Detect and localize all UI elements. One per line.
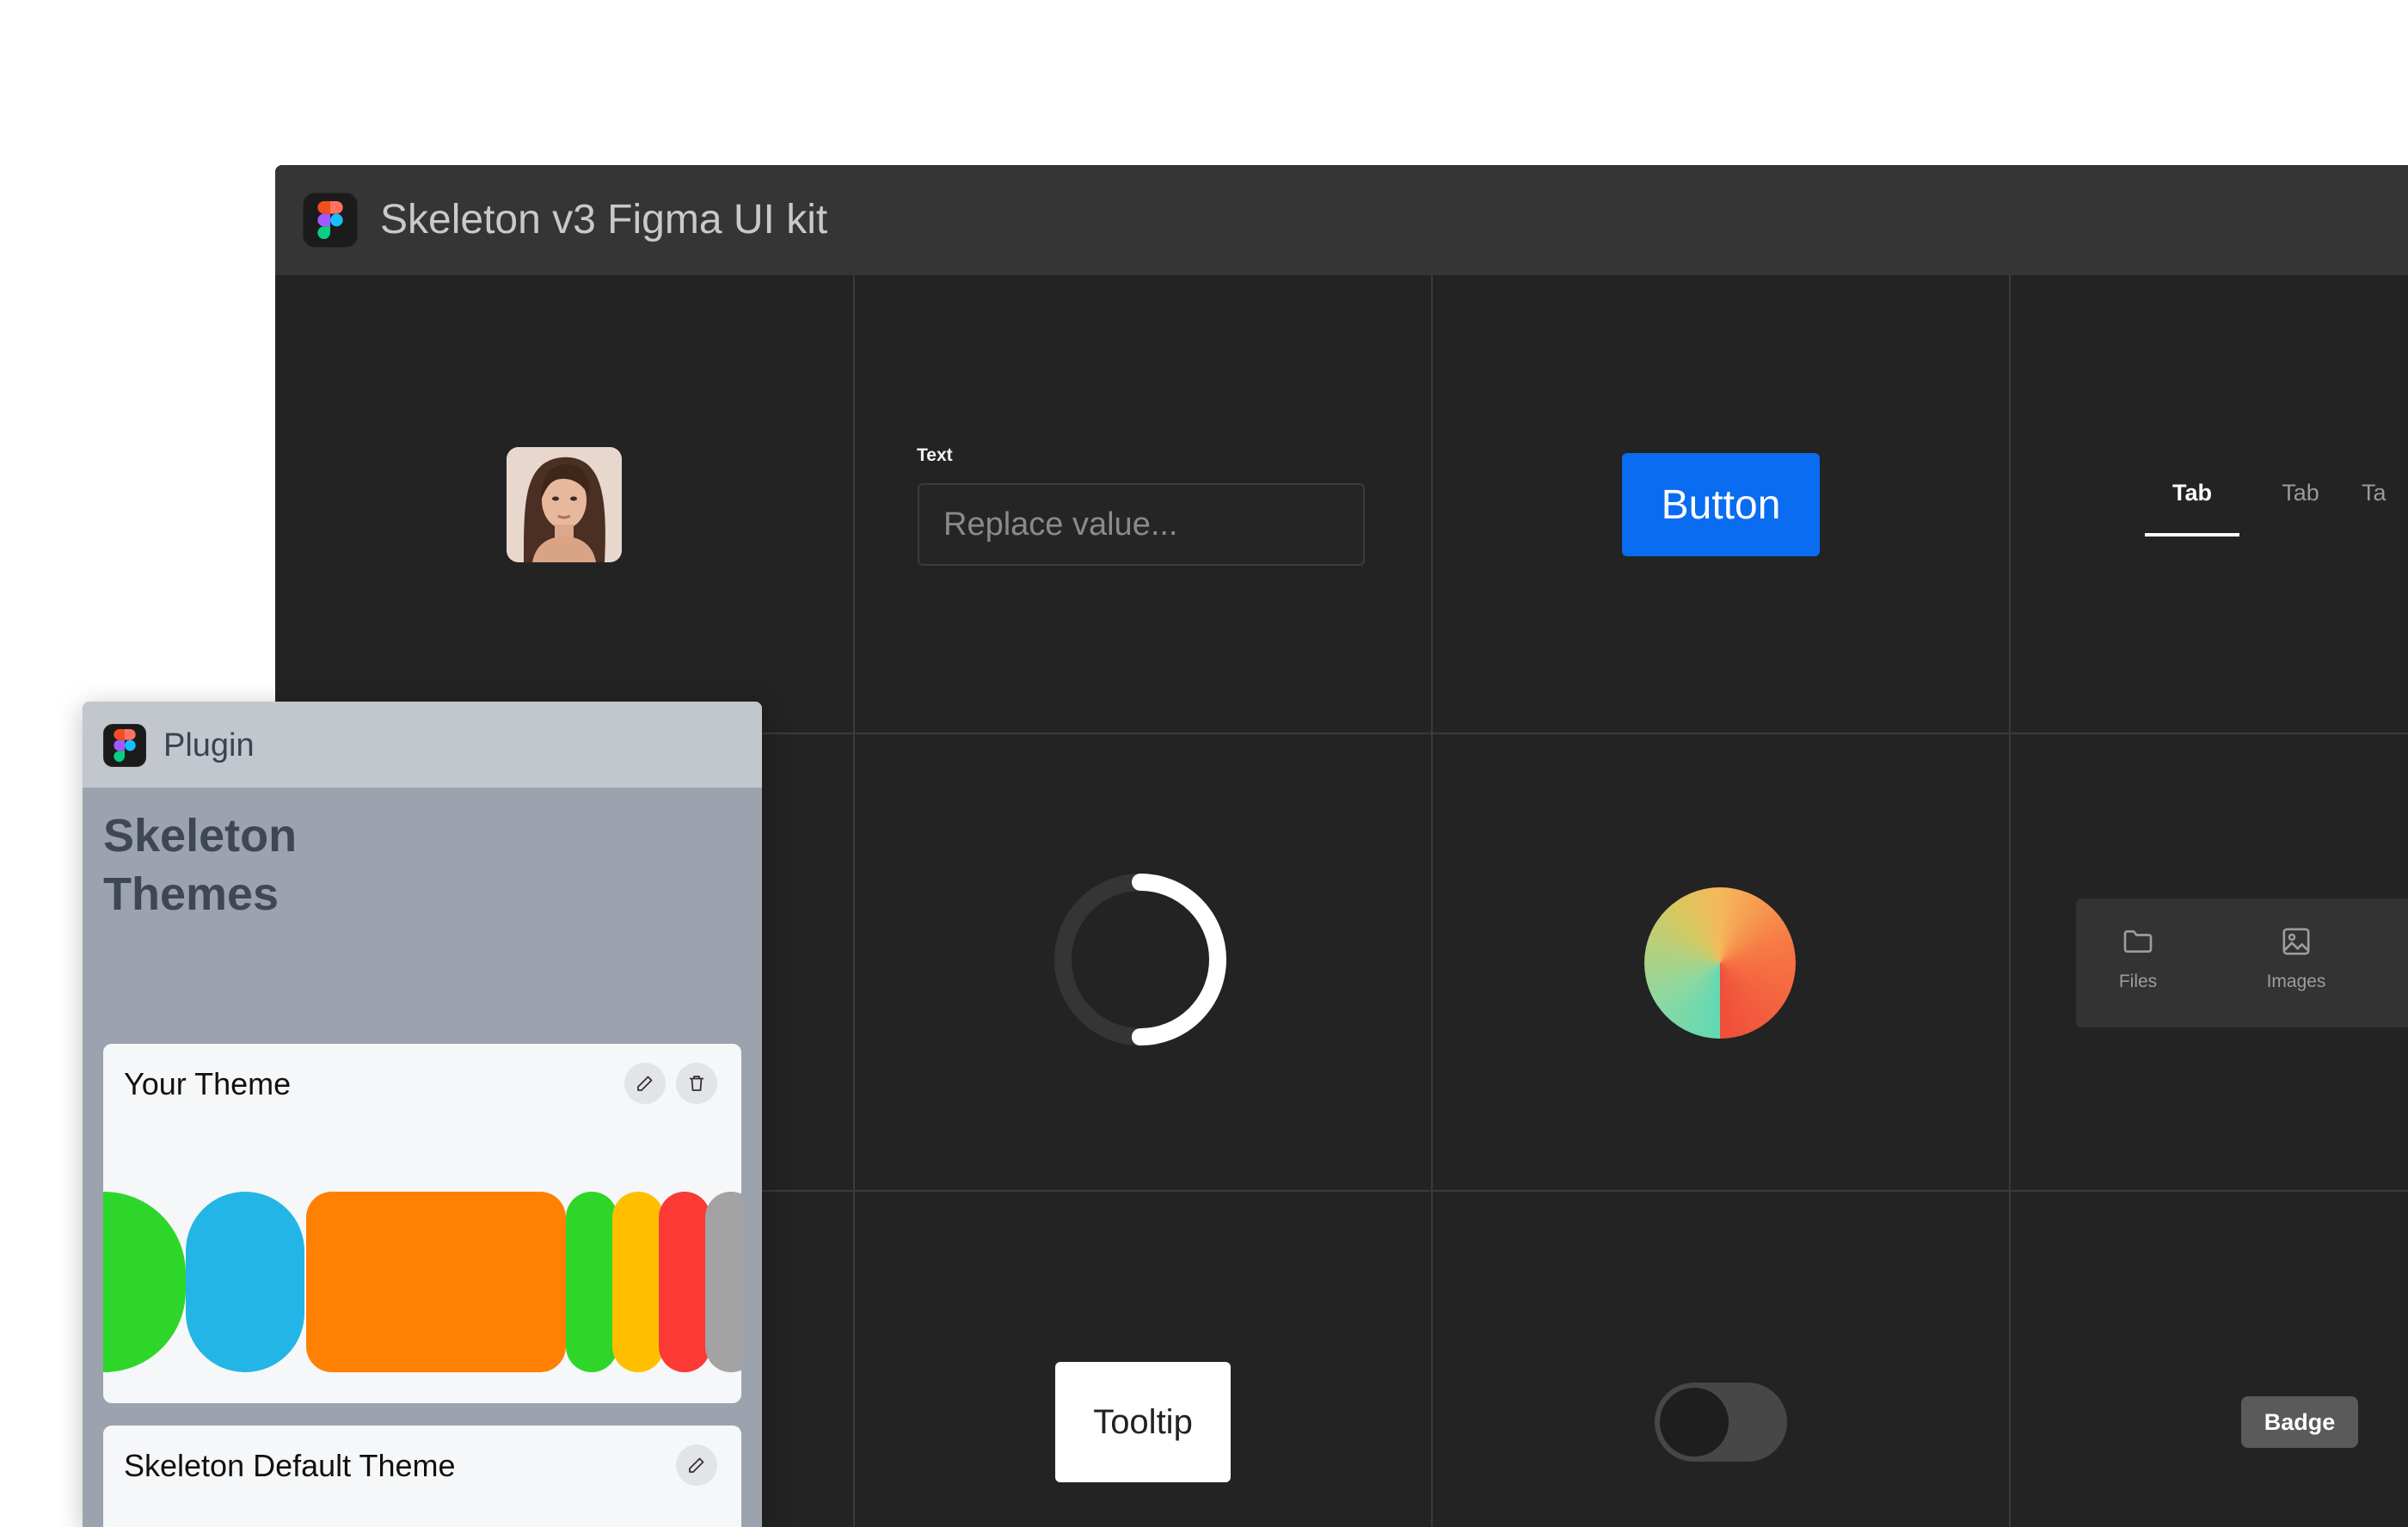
color-swatch xyxy=(566,1192,617,1372)
grid-divider xyxy=(2009,275,2011,1527)
navigation-bar: Files Images xyxy=(2076,898,2408,1027)
badge: Badge xyxy=(2241,1396,2358,1448)
color-swatch xyxy=(306,1192,566,1372)
window-titlebar: Skeleton v3 Figma UI kit xyxy=(275,165,2408,275)
delete-theme-button[interactable] xyxy=(676,1063,717,1104)
theme-name: Skeleton Default Theme xyxy=(124,1448,456,1483)
figma-logo-icon xyxy=(103,724,146,767)
toggle-switch[interactable] xyxy=(1655,1383,1787,1462)
nav-item-label: Images xyxy=(2266,972,2326,991)
edit-theme-button[interactable] xyxy=(624,1063,666,1104)
nav-item-images[interactable]: Images xyxy=(2245,924,2348,992)
tab-3[interactable]: Ta xyxy=(2362,463,2408,533)
tab-2[interactable]: Tab xyxy=(2253,463,2348,533)
color-swatch xyxy=(612,1192,664,1372)
theme-name: Your Theme xyxy=(124,1066,292,1101)
conic-gradient-swatch xyxy=(1644,887,1796,1039)
image-icon xyxy=(2282,928,2310,955)
tab-1[interactable]: Tab xyxy=(2145,463,2239,537)
figma-logo-icon xyxy=(303,193,358,248)
nav-item-files[interactable]: Files xyxy=(2086,924,2190,992)
plugin-header: Plugin xyxy=(83,702,762,788)
theme-card-skeleton-default[interactable]: Skeleton Default Theme xyxy=(103,1426,741,1527)
text-input[interactable] xyxy=(918,483,1365,566)
avatar xyxy=(507,447,622,562)
plugin-title: Plugin xyxy=(163,727,255,764)
toggle-knob xyxy=(1660,1388,1729,1456)
color-swatch xyxy=(103,1192,186,1372)
edit-icon xyxy=(689,1457,704,1473)
theme-card-your-theme[interactable]: Your Theme xyxy=(103,1044,741,1403)
plugin-panel: Plugin Skeleton Themes Your Theme Skelet… xyxy=(83,702,762,1527)
edit-icon xyxy=(637,1076,653,1091)
plugin-heading-line: Skeleton xyxy=(103,810,298,862)
color-swatch xyxy=(705,1192,741,1372)
tooltip: Tooltip xyxy=(1055,1362,1231,1482)
color-swatch xyxy=(659,1192,710,1372)
plugin-heading: Skeleton Themes xyxy=(103,806,447,923)
grid-divider xyxy=(853,275,855,1527)
input-label: Text xyxy=(917,445,953,465)
progress-ring xyxy=(1054,874,1226,1046)
trash-icon xyxy=(690,1076,703,1091)
color-swatch xyxy=(186,1192,304,1372)
primary-button[interactable]: Button xyxy=(1622,453,1820,556)
folder-icon xyxy=(2123,930,2153,953)
edit-theme-button[interactable] xyxy=(676,1444,717,1486)
nav-item-label: Files xyxy=(2118,972,2158,991)
window-title: Skeleton v3 Figma UI kit xyxy=(380,197,828,242)
plugin-heading-line: Themes xyxy=(103,868,280,920)
grid-divider xyxy=(1431,275,1433,1527)
